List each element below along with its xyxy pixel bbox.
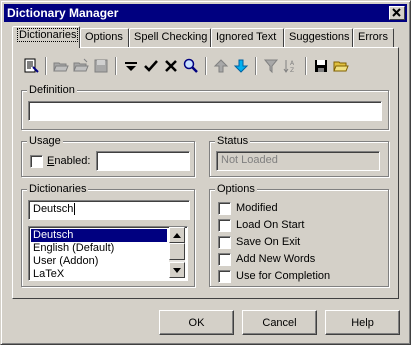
search-button[interactable] (181, 56, 201, 76)
cancel-button[interactable]: Cancel (242, 310, 317, 335)
use-for-completion-label: Use for Completion (236, 270, 331, 282)
use-for-completion-checkbox[interactable] (218, 270, 231, 283)
window-title: Dictionary Manager (7, 6, 119, 20)
load-on-start-label: Load On Start (236, 219, 305, 231)
scroll-down-button[interactable] (169, 262, 185, 278)
add-new-words-checkbox[interactable] (218, 253, 231, 266)
arrow-down-icon (233, 59, 249, 73)
move-down-button[interactable] (231, 56, 251, 76)
tab-label: Ignored Text (216, 31, 277, 43)
properties-icon (24, 58, 39, 73)
save-icon (94, 59, 108, 73)
options-group: Options Modified Load On Start Save On E… (209, 183, 389, 287)
search-icon (183, 58, 198, 73)
open-folder-icon (73, 58, 89, 72)
definition-group: Definition (21, 84, 389, 130)
enabled-label: Enabled: (47, 155, 91, 167)
move-up-button[interactable] (211, 56, 231, 76)
status-group: Status Not Loaded (209, 135, 389, 177)
tab-options[interactable]: Options (80, 28, 129, 47)
tab-label: Spell Checking (134, 31, 208, 43)
save-on-exit-label: Save On Exit (236, 236, 301, 248)
delete-icon (165, 60, 177, 72)
svg-text:A: A (290, 60, 295, 67)
tab-ignored-text[interactable]: Ignored Text (211, 28, 284, 47)
scroll-up-button[interactable] (169, 227, 185, 243)
funnel-button[interactable] (261, 56, 281, 76)
dictionaries-group: Dictionaries Deutsch Deutsch English (De… (21, 183, 195, 287)
filter-icon (125, 62, 137, 71)
enabled-label-text: nabled: (54, 155, 91, 167)
scroll-up-icon (173, 232, 181, 238)
add-new-words-label: Add New Words (236, 253, 316, 265)
list-item[interactable]: Deutsch (31, 229, 167, 242)
close-icon (392, 8, 401, 17)
modified-checkbox[interactable] (218, 202, 231, 215)
usage-input[interactable] (96, 151, 190, 171)
modified-label: Modified (236, 202, 278, 214)
load-on-start-checkbox[interactable] (218, 219, 231, 232)
dictionaries-title: Dictionaries (27, 183, 89, 195)
delete-button[interactable] (161, 56, 181, 76)
save-on-exit-checkbox[interactable] (218, 236, 231, 249)
tab-label: Options (85, 31, 123, 43)
list-item[interactable]: LaTeX (31, 268, 167, 280)
title-bar: Dictionary Manager (4, 4, 407, 22)
definition-input[interactable] (28, 101, 382, 121)
tab-label: Dictionaries (17, 28, 79, 42)
load-button[interactable] (331, 56, 351, 76)
tab-label: Errors (358, 31, 388, 43)
status-title: Status (215, 135, 251, 147)
tab-dictionaries[interactable]: Dictionaries (12, 26, 80, 48)
list-item[interactable]: English (Default) (31, 242, 167, 255)
dictionary-manager-window: Dictionary Manager Dictionaries Options … (0, 0, 411, 345)
properties-button[interactable] (21, 56, 41, 76)
check-button[interactable] (141, 56, 161, 76)
definition-title: Definition (27, 84, 77, 96)
scroll-down-icon (173, 267, 181, 273)
scrollbar-thumb[interactable] (169, 243, 185, 260)
sort-az-icon: A Z (283, 60, 295, 74)
tab-suggestions[interactable]: Suggestions (284, 28, 353, 47)
dictionaries-list[interactable]: Deutsch English (Default) User (Addon) L… (28, 226, 188, 281)
funnel-icon (263, 59, 279, 74)
save-all-button[interactable] (311, 56, 331, 76)
save-button[interactable] (91, 56, 111, 76)
open-button[interactable] (51, 56, 71, 76)
dictionary-name-input[interactable]: Deutsch (28, 200, 190, 220)
tab-label: Suggestions (289, 31, 350, 43)
filter-button[interactable] (121, 56, 141, 76)
sort-button[interactable]: A Z (281, 56, 301, 76)
open-button-2[interactable] (71, 56, 91, 76)
usage-title: Usage (27, 135, 63, 147)
arrow-up-icon (213, 59, 229, 73)
save-icon (315, 60, 327, 72)
tab-errors[interactable]: Errors (353, 28, 394, 47)
open-folder-icon (53, 62, 69, 72)
help-button[interactable]: Help (325, 310, 400, 335)
status-field: Not Loaded (216, 151, 380, 171)
toolbar: A Z (21, 54, 391, 78)
dictionary-name-value: Deutsch (33, 203, 74, 215)
check-icon (144, 60, 158, 72)
ok-button[interactable]: OK (159, 310, 234, 335)
close-button[interactable] (389, 6, 405, 20)
dictionaries-panel: A Z Definition Usage Enabled: Status Not… (12, 47, 399, 299)
open-icon (333, 61, 349, 72)
usage-group: Usage Enabled: (21, 135, 195, 177)
enabled-checkbox[interactable] (30, 155, 43, 168)
options-title: Options (215, 183, 257, 195)
list-item[interactable]: User (Addon) (31, 255, 167, 268)
svg-text:Z: Z (290, 67, 294, 74)
tab-spell-checking[interactable]: Spell Checking (129, 28, 211, 47)
